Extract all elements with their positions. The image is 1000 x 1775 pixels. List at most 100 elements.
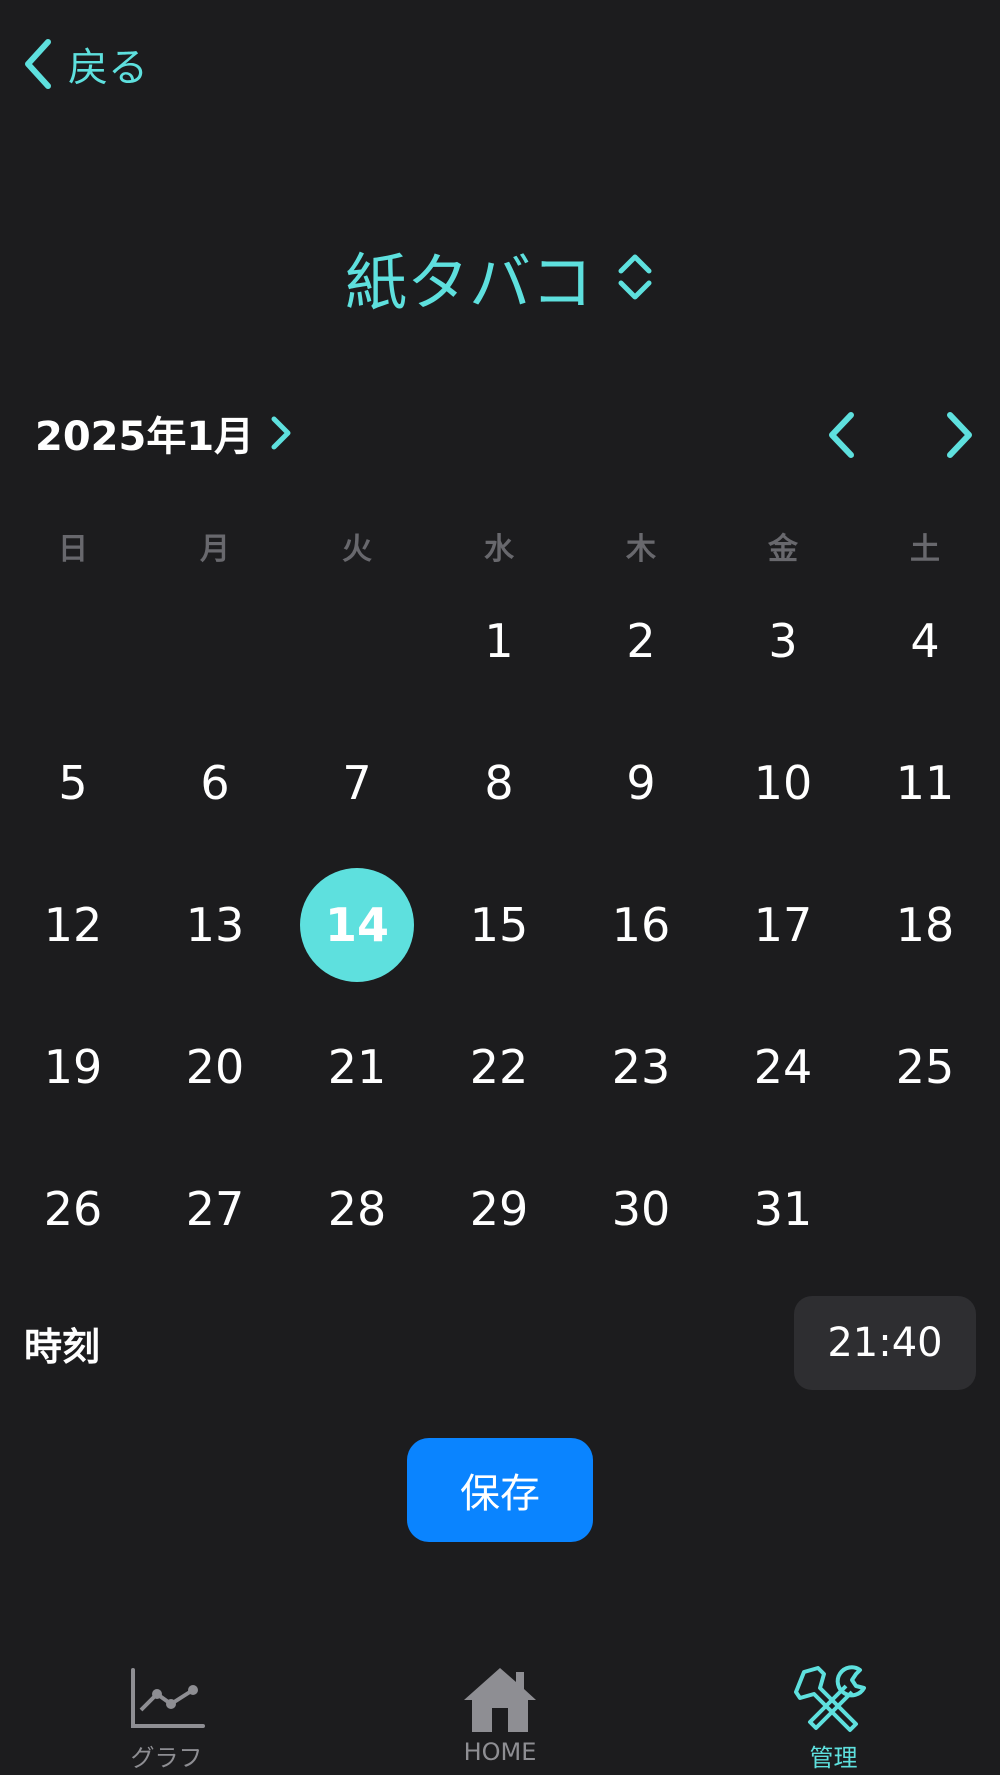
calendar-day-number: 2: [626, 614, 656, 668]
calendar-day[interactable]: 4: [854, 570, 996, 712]
calendar-day[interactable]: 10: [712, 712, 854, 854]
calendar-day-number: 3: [768, 614, 798, 668]
calendar-day[interactable]: 18: [854, 854, 996, 996]
calendar-day-number: 4: [910, 614, 940, 668]
calendar-day[interactable]: 26: [2, 1138, 144, 1280]
calendar-day[interactable]: 27: [144, 1138, 286, 1280]
next-month-button[interactable]: [935, 408, 985, 462]
calendar-day-number: 21: [327, 1040, 387, 1094]
weekday-label: 金: [768, 532, 798, 567]
calendar-day[interactable]: 25: [854, 996, 996, 1138]
calendar-day[interactable]: 23: [570, 996, 712, 1138]
calendar-empty-cell: [286, 570, 428, 712]
calendar-day-number: 26: [43, 1182, 103, 1236]
calendar-day[interactable]: 17: [712, 854, 854, 996]
calendar-day-number: 22: [469, 1040, 529, 1094]
calendar-day-number: 29: [469, 1182, 529, 1236]
back-button[interactable]: 戻る: [22, 36, 148, 92]
calendar-day[interactable]: 5: [2, 712, 144, 854]
chevron-up-down-icon: [618, 254, 652, 300]
weekday-label: 木: [626, 532, 656, 567]
time-row: 時刻 21:40: [24, 1295, 976, 1391]
calendar-day-number: 6: [200, 756, 230, 810]
item-type-picker[interactable]: 紙タバコ: [0, 232, 1000, 322]
weekday-label: 土: [910, 532, 940, 567]
calendar-day[interactable]: 30: [570, 1138, 712, 1280]
calendar-day-number: 23: [611, 1040, 671, 1094]
calendar-day-number: 9: [626, 756, 656, 810]
tab-label: HOME: [463, 1738, 537, 1766]
calendar-day[interactable]: 7: [286, 712, 428, 854]
calendar-day[interactable]: 6: [144, 712, 286, 854]
calendar-day[interactable]: 3: [712, 570, 854, 712]
month-label: 2025年1月: [35, 414, 255, 460]
calendar-day-number: 17: [753, 898, 813, 952]
chevron-right-icon: [271, 416, 291, 450]
calendar-day[interactable]: 16: [570, 854, 712, 996]
tab-manage[interactable]: 管理: [667, 1650, 1000, 1775]
calendar-day[interactable]: 11: [854, 712, 996, 854]
tab-graph[interactable]: グラフ: [0, 1650, 333, 1775]
tab-label: 管理: [809, 1744, 858, 1772]
calendar-day[interactable]: 8: [428, 712, 570, 854]
calendar-empty-cell: [2, 570, 144, 712]
calendar-day-number: 25: [895, 1040, 955, 1094]
calendar-day-selected[interactable]: 14: [286, 854, 428, 996]
tab-home[interactable]: HOME: [333, 1650, 667, 1775]
calendar-day[interactable]: 15: [428, 854, 570, 996]
calendar-day-number: 5: [58, 756, 88, 810]
calendar-empty-cell: [144, 570, 286, 712]
weekday-label: 月: [200, 532, 230, 567]
save-button[interactable]: 保存: [407, 1438, 593, 1542]
calendar-day-number: 30: [611, 1182, 671, 1236]
time-label: 時刻: [24, 1324, 101, 1369]
time-picker[interactable]: 21:40: [794, 1296, 976, 1390]
home-icon: [464, 1668, 536, 1732]
calendar-grid: 1 2 3 4 5 6 7 8 9 10 11 12 13 14 15 16 17 18 19 20 21 22 23 24 2…: [2, 570, 996, 1280]
calendar-day[interactable]: 22: [428, 996, 570, 1138]
calendar-day-number: 28: [327, 1182, 387, 1236]
calendar-day[interactable]: 9: [570, 712, 712, 854]
calendar-day[interactable]: 31: [712, 1138, 854, 1280]
calendar-day[interactable]: 21: [286, 996, 428, 1138]
calendar-day[interactable]: 28: [286, 1138, 428, 1280]
calendar-day-number: 31: [753, 1182, 813, 1236]
calendar-empty-cell: [854, 1138, 996, 1280]
calendar-day[interactable]: 19: [2, 996, 144, 1138]
calendar-day-number: 19: [43, 1040, 103, 1094]
calendar-day-number: 14: [300, 868, 414, 982]
calendar-day-number: 12: [43, 898, 103, 952]
chevron-left-icon: [25, 39, 51, 89]
weekday-header: 日 月 火 水 木 金 土: [0, 524, 1000, 568]
calendar-day[interactable]: 24: [712, 996, 854, 1138]
calendar-day-number: 8: [484, 756, 514, 810]
calendar-day[interactable]: 13: [144, 854, 286, 996]
tab-bar: グラフ HOME 管理: [0, 1650, 1000, 1775]
calendar-day-number: 13: [185, 898, 245, 952]
calendar-day[interactable]: 12: [2, 854, 144, 996]
month-picker-button[interactable]: 2025年1月: [35, 408, 292, 460]
calendar-day[interactable]: 1: [428, 570, 570, 712]
weekday-label: 火: [342, 532, 372, 567]
tab-label: グラフ: [130, 1744, 203, 1772]
page-title: 紙タバコ: [344, 246, 593, 319]
calendar-day-number: 27: [185, 1182, 245, 1236]
calendar-day-number: 18: [895, 898, 955, 952]
calendar-day-number: 7: [342, 756, 372, 810]
tools-icon: [793, 1665, 866, 1732]
calendar-day[interactable]: 2: [570, 570, 712, 712]
calendar-day[interactable]: 29: [428, 1138, 570, 1280]
calendar-day[interactable]: 20: [144, 996, 286, 1138]
back-label: 戻る: [68, 45, 148, 91]
weekday-label: 日: [58, 532, 88, 567]
calendar-day-number: 11: [895, 756, 955, 810]
chevron-right-icon: [947, 412, 972, 458]
calendar-day-number: 24: [753, 1040, 813, 1094]
calendar-day-number: 10: [753, 756, 813, 810]
calendar-day-number: 16: [611, 898, 671, 952]
chart-icon: [130, 1668, 205, 1728]
weekday-label: 水: [484, 532, 514, 567]
chevron-left-icon: [829, 412, 854, 458]
calendar-day-number: 1: [484, 614, 514, 668]
previous-month-button[interactable]: [816, 408, 866, 462]
